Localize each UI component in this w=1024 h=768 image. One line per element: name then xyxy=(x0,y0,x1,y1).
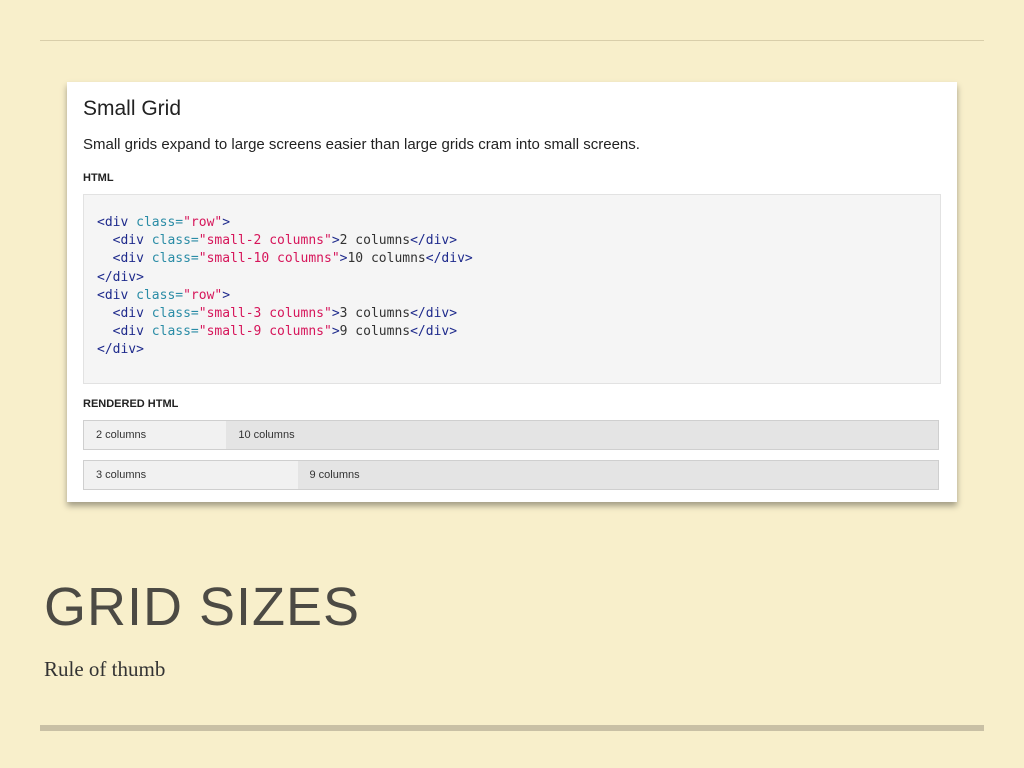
grid-cell-2-columns: 2 columns xyxy=(84,421,227,449)
code-line: <div class="row"> xyxy=(97,215,230,230)
code-token: 2 columns xyxy=(339,233,411,249)
code-token: > xyxy=(331,306,340,322)
slide-title: GRID SIZES xyxy=(44,577,361,637)
grid-row-1: 2 columns 10 columns xyxy=(83,420,939,450)
code-token: <div xyxy=(112,251,152,267)
rendered-section-label: RENDERED HTML xyxy=(83,398,179,410)
grid-cell-10-columns: 10 columns xyxy=(226,421,938,449)
code-token: class= xyxy=(136,215,184,230)
code-token: </div> xyxy=(97,269,144,285)
bottom-divider xyxy=(40,725,984,731)
code-block: <div class="row"> <div class="small-2 co… xyxy=(83,194,941,384)
code-token: <div xyxy=(112,324,152,340)
code-token: <div xyxy=(112,233,152,249)
code-token: "small-2 columns" xyxy=(198,233,332,249)
code-token: class= xyxy=(151,324,199,340)
code-token: > xyxy=(222,287,231,303)
code-token: "row" xyxy=(183,215,223,230)
code-token: </div> xyxy=(410,233,458,249)
card-title: Small Grid xyxy=(83,97,182,120)
code-token: </div> xyxy=(97,342,144,358)
code-token: "row" xyxy=(183,287,223,303)
code-token: "small-10 columns" xyxy=(198,251,340,267)
code-token: class= xyxy=(151,233,199,249)
code-token: </div> xyxy=(410,324,458,340)
code-token: </div> xyxy=(410,306,458,322)
code-line: <div class="row"> xyxy=(97,288,230,303)
grid-cell-3-columns: 3 columns xyxy=(84,461,298,489)
code-token: class= xyxy=(151,306,199,322)
code-token: > xyxy=(222,215,231,230)
slide-subtitle: Rule of thumb xyxy=(44,657,166,681)
code-token: <div xyxy=(112,306,152,322)
grid-row-2: 3 columns 9 columns xyxy=(83,460,939,490)
top-divider xyxy=(40,40,984,41)
code-token: 10 columns xyxy=(347,251,426,267)
code-line: </div> xyxy=(97,270,144,285)
code-line: <div class="small-2 columns">2 columns</… xyxy=(97,233,457,248)
code-line: </div> xyxy=(97,342,144,357)
card-description: Small grids expand to large screens easi… xyxy=(83,136,640,153)
code-token: <div xyxy=(97,215,137,230)
code-token: "small-9 columns" xyxy=(198,324,332,340)
code-token: "small-3 columns" xyxy=(198,306,332,322)
code-line: <div class="small-10 columns">10 columns… xyxy=(97,251,473,266)
code-token: </div> xyxy=(425,251,473,267)
code-text: <div class="row"> <div class="small-2 co… xyxy=(97,214,473,360)
code-token: > xyxy=(331,233,340,249)
screenshot-card: Small Grid Small grids expand to large s… xyxy=(67,82,957,502)
code-token: 3 columns xyxy=(339,306,411,322)
code-line: <div class="small-9 columns">9 columns</… xyxy=(97,324,457,339)
grid-cell-9-columns: 9 columns xyxy=(297,461,938,489)
code-token: > xyxy=(331,324,340,340)
code-token: class= xyxy=(136,287,184,303)
code-token: 9 columns xyxy=(339,324,411,340)
html-section-label: HTML xyxy=(83,172,114,184)
code-token: class= xyxy=(151,251,199,267)
code-token: <div xyxy=(97,287,137,303)
code-line: <div class="small-3 columns">3 columns</… xyxy=(97,306,457,321)
